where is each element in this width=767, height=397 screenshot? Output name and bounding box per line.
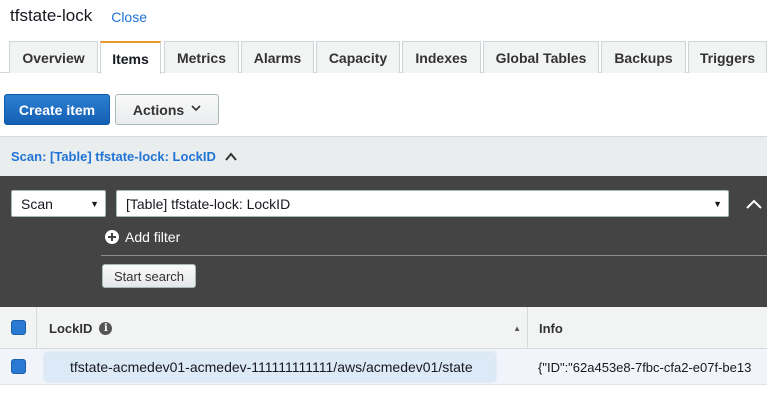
select-all-checkbox[interactable] — [11, 320, 26, 335]
lockid-cell[interactable]: tfstate-acmedev01-acmedev-111111111111/a… — [45, 353, 495, 381]
tab-capacity[interactable]: Capacity — [316, 41, 400, 73]
row-select-cell — [0, 349, 37, 385]
scan-mode-value: Scan — [21, 195, 53, 212]
title-row: tfstate-lock Close — [10, 4, 147, 28]
actions-button[interactable]: Actions — [115, 94, 219, 125]
select-caret-icon: ▼ — [713, 199, 722, 209]
plus-circle-icon — [105, 230, 119, 244]
divider — [101, 255, 767, 256]
close-link[interactable]: Close — [111, 9, 147, 25]
column-label: Info — [539, 320, 563, 336]
start-search-button[interactable]: Start search — [102, 264, 196, 288]
scan-header[interactable]: Scan: [Table] tfstate-lock: LockID — [0, 136, 767, 176]
column-header-lockid[interactable]: LockID i ▲ — [38, 307, 528, 349]
create-item-button[interactable]: Create item — [4, 94, 110, 125]
add-filter-button[interactable]: Add filter — [105, 228, 180, 246]
tab-overview[interactable]: Overview — [9, 41, 98, 73]
chevron-down-icon — [191, 104, 201, 115]
column-header-info[interactable]: Info — [529, 307, 767, 349]
tab-metrics[interactable]: Metrics — [164, 41, 239, 73]
tab-indexes[interactable]: Indexes — [402, 41, 481, 73]
actions-label: Actions — [132, 101, 185, 118]
tab-triggers[interactable]: Triggers — [688, 41, 767, 73]
scan-mode-select[interactable]: Scan ▼ — [11, 190, 106, 217]
chevron-up-icon[interactable] — [745, 198, 763, 210]
add-filter-label: Add filter — [125, 229, 181, 245]
scan-target-value: [Table] tfstate-lock: LockID — [126, 195, 291, 212]
select-caret-icon: ▼ — [90, 199, 99, 209]
scan-header-title: Scan: [Table] tfstate-lock: LockID — [11, 149, 216, 164]
tab-alarms[interactable]: Alarms — [241, 41, 314, 73]
row-checkbox[interactable] — [11, 359, 26, 374]
tab-items[interactable]: Items — [100, 41, 161, 74]
info-cell: {"ID":"62a453e8-7fbc-cfa2-e07f-be13 — [538, 359, 752, 375]
chevron-up-icon[interactable] — [224, 150, 238, 164]
tab-global-tables[interactable]: Global Tables — [483, 41, 599, 73]
sort-asc-icon: ▲ — [513, 324, 521, 333]
tab-backups[interactable]: Backups — [601, 41, 686, 73]
scan-target-select[interactable]: [Table] tfstate-lock: LockID ▼ — [116, 190, 729, 217]
table-row[interactable]: tfstate-acmedev01-acmedev-111111111111/a… — [0, 349, 767, 385]
select-all-cell — [0, 307, 37, 349]
info-icon[interactable]: i — [99, 321, 113, 335]
table-header: LockID i ▲ Info — [0, 307, 767, 349]
page-title: tfstate-lock — [10, 6, 93, 25]
column-label: LockID — [49, 320, 93, 336]
tab-bar: Overview Items Metrics Alarms Capacity I… — [0, 41, 767, 74]
